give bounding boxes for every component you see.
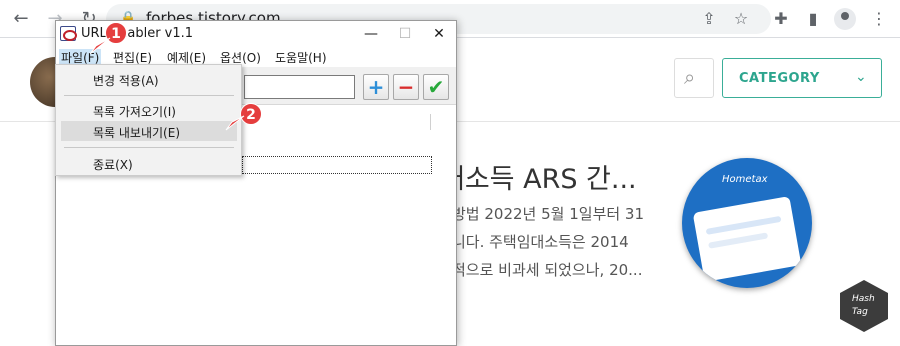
minimize-button[interactable]: —	[354, 21, 388, 47]
thumbnail-brand: Hometax	[722, 174, 768, 185]
share-icon[interactable]: ⇪	[698, 8, 720, 30]
menu-item-apply-changes[interactable]: 변경 적용(A)	[61, 69, 237, 89]
category-dropdown[interactable]: CATEGORY ⌄	[722, 58, 882, 98]
blog-search-button[interactable]: ⌕	[674, 58, 714, 98]
hash-badge-text: Tag	[852, 307, 868, 317]
post-excerpt-line: 적으로 비과세 되었으나, 20...	[452, 261, 643, 279]
menu-separator	[64, 147, 234, 148]
file-dropdown-menu: 변경 적용(A) 목록 가져오기(I) 목록 내보내기(E) 종료(X)	[55, 64, 242, 176]
profile-icon[interactable]	[834, 8, 856, 30]
apply-button[interactable]: ✔	[423, 74, 449, 100]
column-separator	[430, 114, 431, 130]
menu-help[interactable]: 도움말(H)	[273, 49, 329, 66]
side-panel-icon[interactable]: ▮	[802, 8, 824, 30]
search-icon: ⌕	[684, 65, 696, 89]
menu-item-import-list[interactable]: 목록 가져오기(I)	[61, 100, 237, 120]
post-title[interactable]: 대소득 ARS 간...	[440, 157, 637, 196]
menu-separator	[64, 95, 234, 96]
back-arrow-icon[interactable]: ←	[10, 8, 32, 30]
extensions-icon[interactable]: ✚	[770, 8, 792, 30]
menu-item-exit[interactable]: 종료(X)	[61, 153, 237, 173]
more-menu-icon[interactable]: ⋮	[868, 8, 890, 30]
url-input[interactable]	[244, 75, 355, 99]
post-excerpt-line: 니다. 주택임대소득은 2014	[452, 233, 629, 251]
bookmark-star-icon[interactable]: ☆	[730, 8, 752, 30]
hash-badge-text: Hash	[852, 294, 875, 304]
list-item-selected[interactable]	[242, 156, 432, 174]
hashtag-badge: Hash Tag	[840, 280, 888, 332]
maximize-button[interactable]: ☐	[388, 21, 422, 47]
close-button[interactable]: ✕	[422, 21, 456, 47]
step-2-pointer-icon	[225, 115, 245, 131]
category-label: CATEGORY	[739, 71, 820, 86]
add-url-button[interactable]: +	[363, 74, 389, 100]
step-1-pointer-icon	[89, 37, 111, 55]
chevron-down-icon: ⌄	[855, 69, 867, 85]
screenshot-frame: ← → ↻ 🔒 forbes.tistory.com ⇪ ☆ ✚ ▮ ⋮ ⌕ C…	[0, 0, 900, 346]
menu-item-export-list[interactable]: 목록 내보내기(E)	[61, 121, 237, 141]
post-thumbnail[interactable]: Hometax	[682, 158, 812, 288]
phone-image	[692, 196, 802, 282]
app-eye-icon	[60, 26, 77, 41]
remove-url-button[interactable]: −	[393, 74, 419, 100]
post-excerpt-line: 방법 2022년 5월 1일부터 31	[452, 205, 645, 223]
